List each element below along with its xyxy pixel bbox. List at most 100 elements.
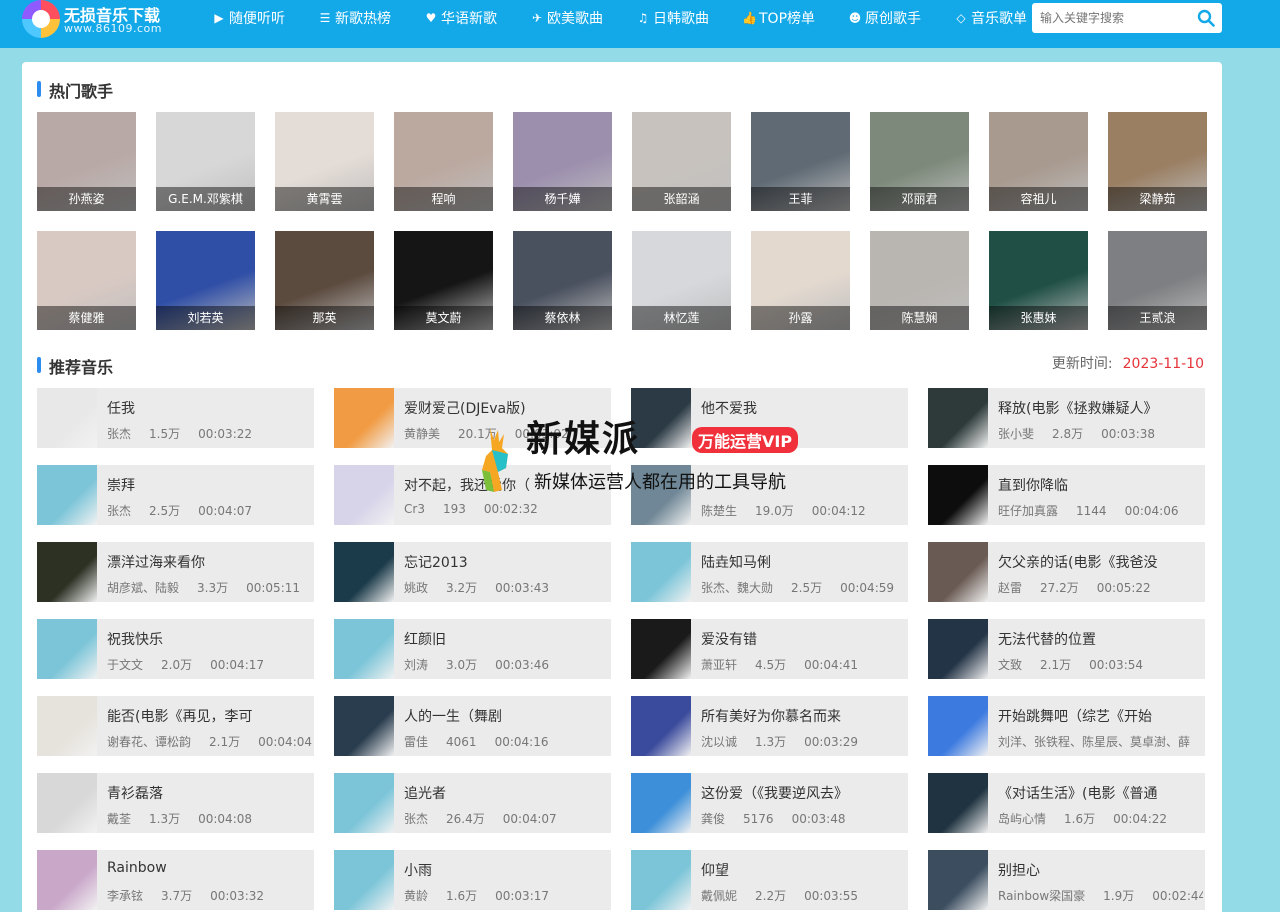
site-logo[interactable]: 无损音乐下载 www.86109.com [22,0,192,40]
song-duration: 00:04:22 [1113,812,1168,826]
singer-name: 蔡健雅 [37,306,136,330]
song-duration: 00:03:48 [791,812,846,826]
nav-item-6[interactable]: ☻ 原创歌手 [848,0,921,36]
song-title: 欠父亲的话(电影《我爸没 [998,555,1158,571]
song-item[interactable]: 对不起，我还爱你（ Cr3 193 00:02:32 [334,465,611,525]
singer-card[interactable]: 王贰浪 [1108,231,1207,330]
song-item[interactable]: 陈楚生 19.0万 00:04:12 [631,465,908,525]
song-item[interactable]: 释放(电影《拯救嫌疑人》 张小斐 2.8万 00:03:38 [928,388,1205,448]
song-item[interactable]: 祝我快乐 于文文 2.0万 00:04:17 [37,619,314,679]
song-title: 这份爱（《我要逆风去》 [701,786,848,802]
song-item[interactable]: 欠父亲的话(电影《我爸没 赵雷 27.2万 00:05:22 [928,542,1205,602]
song-title: 任我 [107,401,135,417]
nav-item-5[interactable]: 👍 TOP榜单 [742,0,815,36]
singer-card[interactable]: 林忆莲 [632,231,731,330]
song-cover [334,773,394,833]
song-item[interactable]: 仰望 戴佩妮 2.2万 00:03:55 [631,850,908,910]
song-item[interactable]: 别担心 Rainbow梁国豪 1.9万 00:02:44 [928,850,1205,910]
song-duration: 00:04:59 [840,581,895,595]
song-item[interactable]: 忘记2013 姚政 3.2万 00:03:43 [334,542,611,602]
singer-name: 邓丽君 [870,187,969,211]
singer-card[interactable]: 容祖儿 [989,112,1088,211]
singer-card[interactable]: 孙燕姿 [37,112,136,211]
song-cover [631,388,691,448]
song-item[interactable]: 漂洋过海来看你 胡彦斌、陆毅 3.3万 00:05:11 [37,542,314,602]
singer-card[interactable]: 梁静茹 [1108,112,1207,211]
singer-card[interactable]: 黄霄雲 [275,112,374,211]
nav-item-label: 原创歌手 [865,11,922,27]
song-cover [37,465,97,525]
singer-card[interactable]: 张惠妹 [989,231,1088,330]
song-cover [928,619,988,679]
song-title: 祝我快乐 [107,632,163,648]
song-item[interactable]: 开始跳舞吧（综艺《开始 刘洋、张铁程、陈星辰、莫卓澍、薛 [928,696,1205,756]
singer-card[interactable]: 杨千嬅 [513,112,612,211]
singer-card[interactable]: 孙露 [751,231,850,330]
song-plays: 2.1万 [1040,658,1072,672]
song-artist: 张杰 [107,504,132,518]
singer-card[interactable]: 莫文蔚 [394,231,493,330]
song-artist: 姚政 [404,581,429,595]
song-item[interactable]: 《对话生活》(电影《普通 岛屿心情 1.6万 00:04:22 [928,773,1205,833]
song-item[interactable]: 他不爱我 [631,388,908,448]
song-item[interactable]: 直到你降临 旺仔加真露 1144 00:04:06 [928,465,1205,525]
song-item[interactable]: 人的一生（舞剧 雷佳 4061 00:04:16 [334,696,611,756]
song-meta: 岛屿心情 1.6万 00:04:22 [998,810,1203,827]
song-item[interactable]: 这份爱（《我要逆风去》 龚俊 5176 00:03:48 [631,773,908,833]
song-cover [334,619,394,679]
song-item[interactable]: 爱没有错 萧亚轩 4.5万 00:04:41 [631,619,908,679]
search-input[interactable] [1032,3,1192,33]
update-date: 2023-11-10 [1122,356,1204,372]
singer-card[interactable]: 蔡健雅 [37,231,136,330]
song-item[interactable]: 崇拜 张杰 2.5万 00:04:07 [37,465,314,525]
singer-name: 莫文蔚 [394,306,493,330]
nav-item-3[interactable]: ✈ 欧美歌曲 [530,0,603,36]
song-item[interactable]: Rainbow 李承铉 3.7万 00:03:32 [37,850,314,910]
thumbs-up-icon: 👍 [742,11,757,25]
song-item[interactable]: 爱财爱己(DJEva版) 黄静美 20.1万 00:03:02 [334,388,611,448]
singer-card[interactable]: 程响 [394,112,493,211]
song-item[interactable]: 红颜旧 刘涛 3.0万 00:03:46 [334,619,611,679]
song-item[interactable]: 所有美好为你慕名而来 沈以诚 1.3万 00:03:29 [631,696,908,756]
singer-card[interactable]: 陈慧娴 [870,231,969,330]
singer-card[interactable]: 邓丽君 [870,112,969,211]
nav-item-7[interactable]: ◇ 音乐歌单 [954,0,1027,36]
singer-card[interactable]: 张韶涵 [632,112,731,211]
song-title: 对不起，我还爱你（ [404,478,530,494]
nav-item-2[interactable]: ♥ 华语新歌 [424,0,497,36]
song-artist: 龚俊 [701,812,726,826]
song-duration: 00:03:22 [198,427,253,441]
song-item[interactable]: 陆垚知马俐 张杰、魏大勋 2.5万 00:04:59 [631,542,908,602]
singer-name: 林忆莲 [632,306,731,330]
nav-item-1[interactable]: ☰ 新歌热榜 [318,0,391,36]
song-plays: 3.3万 [197,581,229,595]
logo-icon [22,0,60,38]
singer-card[interactable]: 刘若英 [156,231,255,330]
nav-item-4[interactable]: ♫ 日韩歌曲 [636,0,709,36]
singer-card[interactable]: 那英 [275,231,374,330]
nav-item-0[interactable]: ▶ 随便听听 [212,0,285,36]
song-item[interactable]: 任我 张杰 1.5万 00:03:22 [37,388,314,448]
song-item[interactable]: 小雨 黄龄 1.6万 00:03:17 [334,850,611,910]
singer-card[interactable]: 蔡依林 [513,231,612,330]
singer-name: 刘若英 [156,306,255,330]
song-title: 追光者 [404,786,446,802]
song-item[interactable]: 能否(电影《再见，李可 谢春花、谭松韵 2.1万 00:04:04 [37,696,314,756]
song-item[interactable]: 追光者张杰 26.4万 00:04:07 [334,773,611,833]
nav-item-label: TOP榜单 [759,11,816,27]
song-plays: 193 [442,502,466,516]
singer-name: 孙燕姿 [37,187,136,211]
song-cover [631,696,691,756]
singer-name: 程响 [394,187,493,211]
heart-icon: ♥ [425,11,437,25]
list-icon: ☰ [319,11,331,25]
search-icon[interactable] [1196,8,1216,28]
song-duration: 00:03:54 [1089,658,1144,672]
song-artist: 刘洋、张铁程、陈星辰、莫卓澍、薛 [998,735,1191,749]
song-item[interactable]: 无法代替的位置 文致 2.1万 00:03:54 [928,619,1205,679]
song-duration: 00:04:17 [210,658,265,672]
song-item[interactable]: 青衫磊落 戴荃 1.3万 00:04:08 [37,773,314,833]
song-meta: 张杰 26.4万 00:04:07 [404,810,609,827]
singer-card[interactable]: 王菲 [751,112,850,211]
singer-card[interactable]: G.E.M.邓紫棋 [156,112,255,211]
